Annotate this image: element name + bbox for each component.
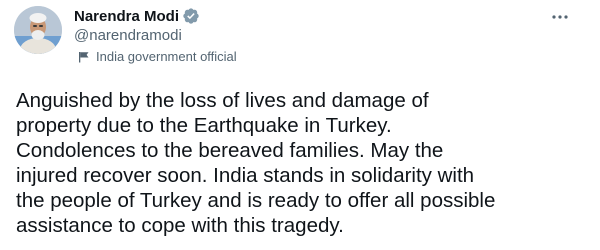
tweet-line: injured recover soon. India stands in so… (16, 164, 475, 187)
author-handle[interactable]: @narendramodi (74, 27, 182, 44)
more-options-icon[interactable] (548, 5, 572, 29)
tweet-line: Condolences to the bereaved families. Ma… (16, 139, 444, 162)
affiliation-label: India government official (78, 49, 237, 64)
verified-badge-icon (182, 7, 200, 25)
author-display-name[interactable]: Narendra Modi (74, 8, 179, 25)
tweet-body: Anguished by the loss of lives and damag… (16, 88, 576, 238)
tweet-line: Anguished by the loss of lives and damag… (16, 89, 429, 112)
avatar[interactable] (14, 6, 62, 54)
tweet-card: Narendra Modi @narendramodi India govern… (0, 0, 600, 250)
author-name-row: Narendra Modi (74, 6, 200, 26)
affiliation-text: India government official (96, 49, 237, 64)
tweet-line: property due to the Earthquake in Turkey… (16, 114, 392, 137)
flag-icon (78, 51, 90, 63)
tweet-line: assistance to cope with this tragedy. (16, 214, 344, 237)
tweet-line: the people of Turkey and is ready to off… (16, 189, 496, 212)
